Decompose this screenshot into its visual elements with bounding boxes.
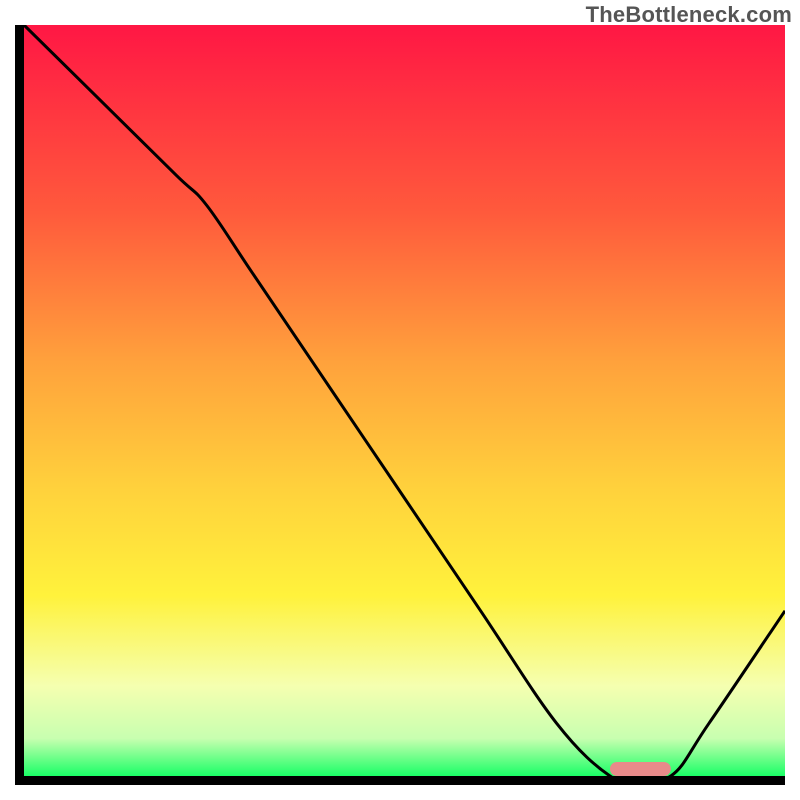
x-axis bbox=[15, 776, 785, 785]
chart-container: TheBottleneck.com bbox=[0, 0, 800, 800]
optimal-marker bbox=[610, 762, 671, 776]
y-axis bbox=[15, 25, 24, 785]
watermark-text: TheBottleneck.com bbox=[586, 2, 792, 28]
plot-area bbox=[15, 25, 785, 785]
chart-svg bbox=[15, 25, 785, 785]
